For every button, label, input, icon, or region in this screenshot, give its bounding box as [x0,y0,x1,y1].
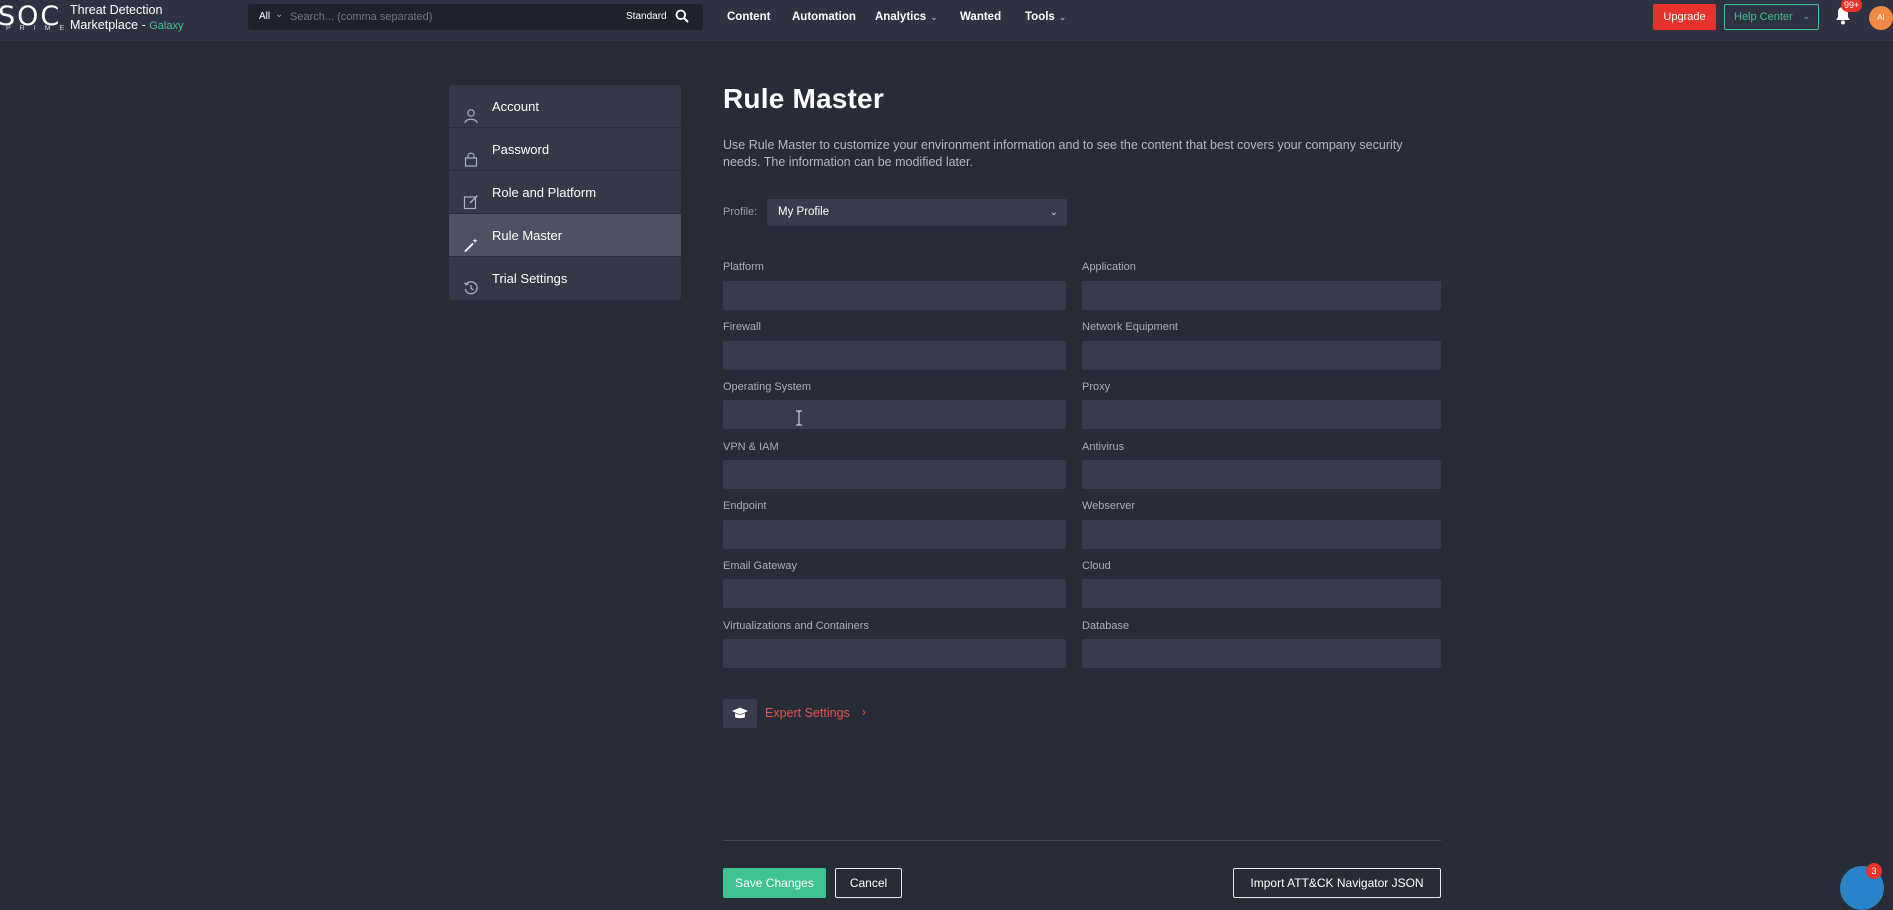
soc-prime-logo[interactable]: SOC PRIME [0,1,66,36]
search-scope-select[interactable]: All [259,11,270,22]
sidebar-item-label: Rule Master [492,228,563,243]
edit-icon [463,184,479,210]
antivirus-label: Antivirus [1082,441,1125,453]
firewall-label: Firewall [723,321,761,333]
nav-analytics[interactable]: Analytics ⌄ [875,11,938,23]
proxy-input[interactable] [1082,400,1441,429]
search-input[interactable] [290,8,620,26]
nav-label: Automation [792,11,856,23]
network-equipment-label: Network Equipment [1082,321,1178,333]
avatar[interactable]: AI [1869,6,1893,30]
help-center-label: Help Center [1734,11,1793,23]
graduation-cap-icon[interactable] [723,699,757,728]
chevron-down-icon: ⌄ [1058,12,1067,22]
database-input[interactable] [1082,639,1441,668]
sidebar-item-label: Trial Settings [492,271,568,286]
import-attack-navigator-button[interactable]: Import ATT&CK Navigator JSON [1233,868,1441,898]
application-input[interactable] [1082,281,1441,310]
nav-wanted[interactable]: Wanted [960,11,1001,23]
brand-galaxy: Galaxy [149,20,184,32]
virtualizations-label: Virtualizations and Containers [723,620,869,632]
endpoint-label: Endpoint [723,500,767,512]
nav-label: Content [727,11,771,23]
application-label: Application [1082,261,1136,273]
cancel-button[interactable]: Cancel [835,868,902,898]
settings-sidebar: Account Password Role and Platform Rule … [449,85,681,300]
endpoint-input[interactable] [723,520,1066,549]
sidebar-item-role-and-platform[interactable]: Role and Platform [449,171,681,214]
nav-tools[interactable]: Tools ⌄ [1025,11,1066,23]
search-mode-toggle[interactable]: Standard [626,11,667,22]
sidebar-item-label: Role and Platform [492,185,597,200]
logo-subtext: PRIME [6,25,74,32]
antivirus-input[interactable] [1082,460,1441,489]
email-gateway-input[interactable] [723,579,1066,608]
proxy-label: Proxy [1082,381,1111,393]
webserver-input[interactable] [1082,520,1441,549]
virtualizations-input[interactable] [723,639,1066,668]
profile-selected-value: My Profile [778,206,830,218]
vpn-iam-input[interactable] [723,460,1066,489]
nav-label: Wanted [960,11,1002,23]
profile-label: Profile: [723,206,758,218]
page-title: Rule Master [723,83,884,114]
search-icon[interactable] [675,9,689,28]
magic-wand-icon [463,227,479,253]
chevron-right-icon[interactable]: › [862,705,866,719]
brand-title[interactable]: Threat Detection Marketplace - Galaxy [70,3,183,34]
sidebar-item-account[interactable]: Account [449,85,681,128]
brand-line-1: Threat Detection [70,3,163,17]
sidebar-item-trial-settings[interactable]: Trial Settings [449,257,681,300]
divider [723,840,1441,841]
save-changes-button[interactable]: Save Changes [723,868,826,898]
nav-label: Analytics [875,11,927,23]
sidebar-item-label: Password [492,142,550,157]
vpn-iam-label: VPN & IAM [723,441,779,453]
text-cursor-icon [794,410,804,426]
expert-settings-link[interactable]: Expert Settings [765,706,850,720]
chevron-down-icon: ⌄ [1049,207,1058,218]
history-icon [463,270,479,295]
cloud-label: Cloud [1082,560,1111,572]
network-equipment-input[interactable] [1082,341,1441,370]
chevron-down-icon: ⌄ [930,12,938,22]
nav-automation[interactable]: Automation [792,11,856,23]
chevron-down-icon[interactable]: ⌄ [275,9,283,20]
search-bar: All ⌄ Standard [248,4,703,30]
sidebar-item-rule-master[interactable]: Rule Master [449,214,681,257]
lock-icon [463,141,479,167]
database-label: Database [1082,620,1130,632]
platform-label: Platform [723,261,764,273]
chevron-down-icon: ⌄ [1802,11,1810,21]
email-gateway-label: Email Gateway [723,560,797,572]
chat-badge: 3 [1866,863,1882,879]
top-navbar: SOC PRIME Threat Detection Marketplace -… [0,0,1893,42]
cloud-input[interactable] [1082,579,1441,608]
nav-content[interactable]: Content [727,11,770,23]
brand-line-2: Marketplace - [70,18,146,32]
page-description: Use Rule Master to customize your enviro… [723,138,1403,169]
profile-select[interactable]: My Profile ⌄ [767,199,1067,226]
sidebar-item-label: Account [492,99,539,114]
platform-input[interactable] [723,281,1066,310]
user-icon [463,98,479,124]
sidebar-item-password[interactable]: Password [449,128,681,171]
help-center-button[interactable]: Help Center ⌄ [1724,4,1819,30]
upgrade-button[interactable]: Upgrade [1653,4,1716,30]
operating-system-input[interactable] [723,400,1066,429]
nav-label: Tools [1025,11,1055,23]
firewall-input[interactable] [723,341,1066,370]
notification-badge: 99+ [1841,0,1863,12]
webserver-label: Webserver [1082,500,1135,512]
operating-system-label: Operating System [723,381,812,393]
